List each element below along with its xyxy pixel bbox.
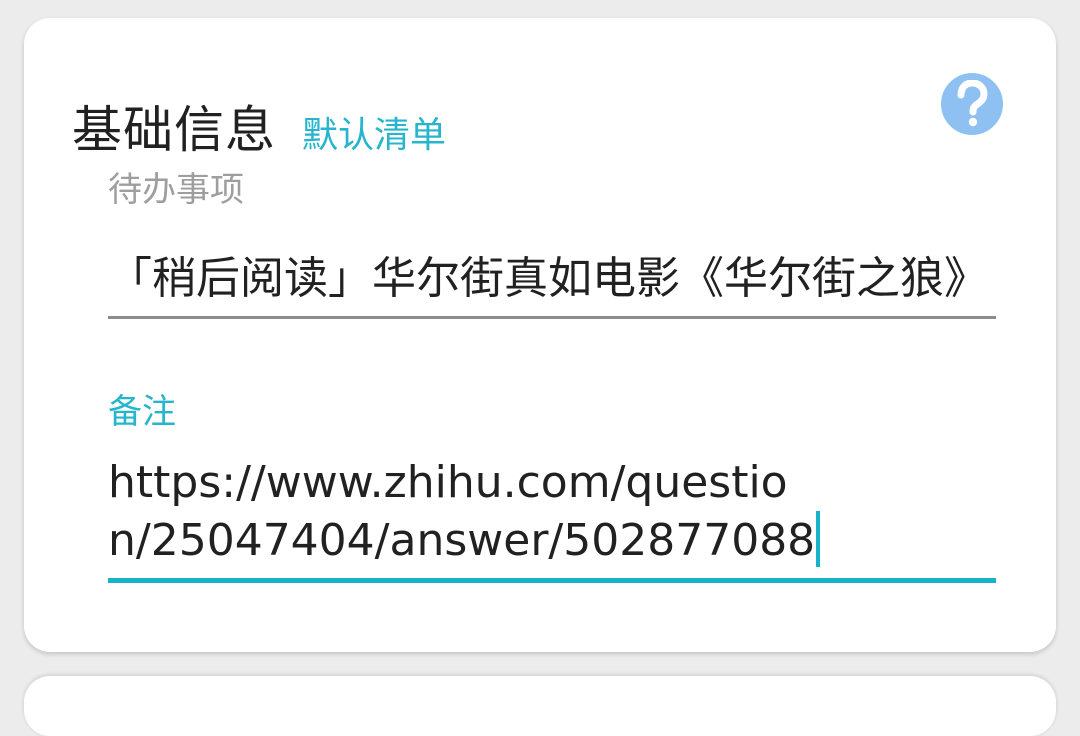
todo-field-label: 待办事项 (108, 170, 244, 210)
text-cursor (816, 511, 821, 567)
next-card (24, 676, 1056, 736)
card-title: 基础信息 (72, 101, 276, 159)
question-mark-icon (957, 80, 988, 127)
note-input[interactable]: https://www.zhihu.com/question/25047404/… (108, 454, 996, 583)
card-header: 基础信息 默认清单 (72, 90, 446, 162)
default-list-link[interactable]: 默认清单 (302, 106, 446, 158)
note-field-label: 备注 (108, 392, 176, 432)
note-value: https://www.zhihu.com/question/25047404/… (108, 457, 816, 566)
todo-title-value: 「稍后阅读」华尔街真如电影《华尔街之狼》 (108, 253, 988, 304)
basic-info-card: 基础信息 默认清单 待办事项 「稍后阅读」华尔街真如电影《华尔街之狼》 备注 h… (24, 18, 1056, 652)
todo-title-input[interactable]: 「稍后阅读」华尔街真如电影《华尔街之狼》 (108, 228, 996, 319)
note-text-container: https://www.zhihu.com/question/25047404/… (108, 454, 828, 569)
help-button[interactable] (941, 73, 1003, 135)
